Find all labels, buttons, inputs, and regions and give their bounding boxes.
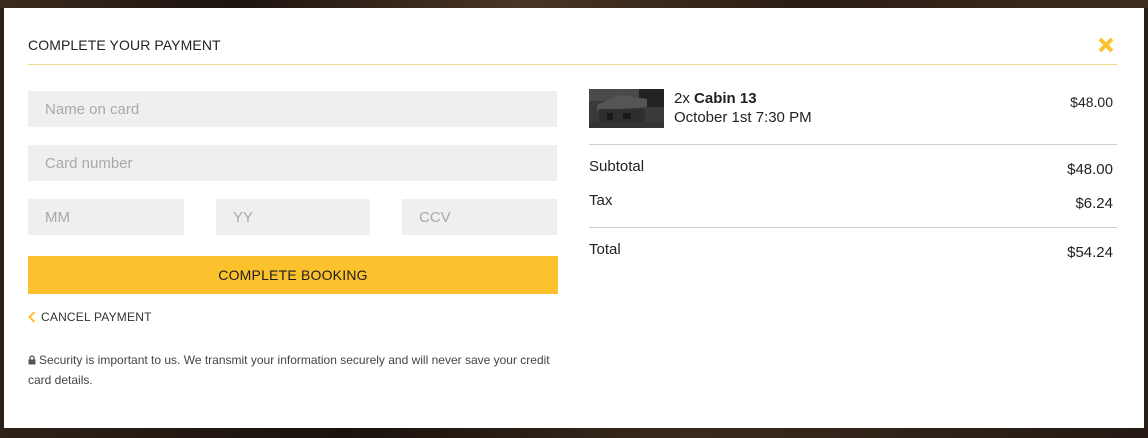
close-x-icon	[1098, 37, 1114, 53]
order-item-name: Cabin 13	[694, 90, 757, 107]
page-backdrop-top	[0, 0, 1148, 8]
order-item-price: $48.00	[1070, 94, 1113, 110]
cancel-payment-link[interactable]: CANCEL PAYMENT	[28, 309, 152, 325]
summary-divider	[589, 144, 1117, 145]
order-item-qty: 2x	[674, 90, 690, 107]
modal-title: COMPLETE YOUR PAYMENT	[28, 37, 221, 53]
tax-label: Tax	[589, 192, 613, 209]
header-divider	[28, 64, 1117, 65]
order-item-datetime: October 1st 7:30 PM	[674, 109, 812, 126]
payment-modal: COMPLETE YOUR PAYMENT COMPLETE BOOKING C…	[4, 8, 1144, 428]
expiry-month-input[interactable]	[28, 199, 184, 235]
card-number-input[interactable]	[28, 145, 557, 181]
ccv-input[interactable]	[402, 199, 557, 235]
lock-icon	[28, 355, 36, 365]
security-text: Security is important to us. We transmit…	[28, 353, 550, 387]
chevron-left-icon	[28, 311, 36, 323]
total-divider	[589, 227, 1117, 228]
order-item-title: 2x Cabin 13	[674, 90, 757, 107]
cabin-thumbnail	[589, 89, 664, 128]
page-backdrop-bottom	[0, 428, 1148, 438]
subtotal-label: Subtotal	[589, 158, 645, 175]
tax-value: $6.24	[1075, 195, 1113, 212]
total-value: $54.24	[1067, 244, 1113, 261]
complete-booking-button[interactable]: COMPLETE BOOKING	[28, 256, 558, 294]
total-label: Total	[589, 241, 621, 258]
name-on-card-input[interactable]	[28, 91, 557, 127]
subtotal-value: $48.00	[1067, 161, 1113, 178]
expiry-year-input[interactable]	[216, 199, 370, 235]
security-notice: Security is important to us. We transmit…	[28, 350, 558, 390]
close-button[interactable]	[1097, 36, 1115, 54]
cancel-payment-label: CANCEL PAYMENT	[41, 310, 152, 324]
